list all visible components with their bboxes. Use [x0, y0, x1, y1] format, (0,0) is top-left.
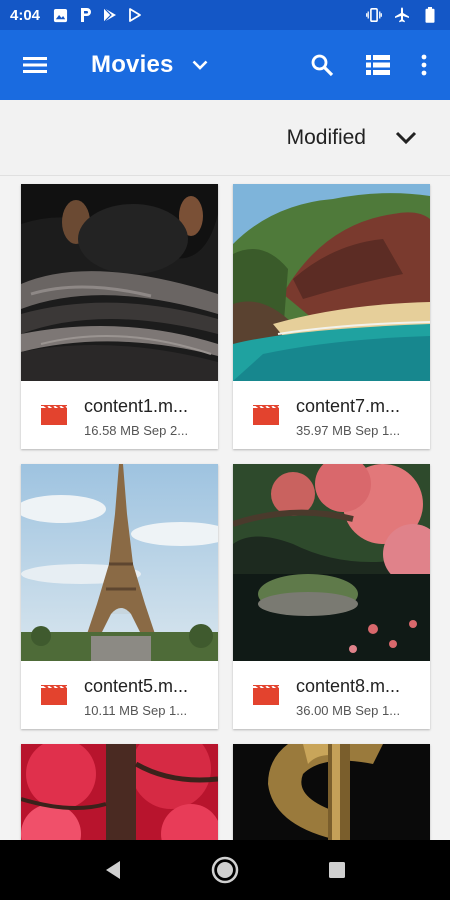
folder-switcher[interactable]: Movies — [91, 51, 210, 79]
menu-icon — [23, 57, 47, 73]
file-meta: 36.00 MB Sep 1... — [296, 703, 401, 718]
status-system-icons — [366, 7, 438, 23]
home-icon — [211, 856, 239, 884]
file-card[interactable]: content7.m... 35.97 MB Sep 1... — [233, 184, 430, 449]
parking-icon — [77, 7, 93, 23]
file-meta: 35.97 MB Sep 1... — [296, 423, 401, 438]
back-icon — [106, 861, 120, 879]
airplane-icon — [394, 7, 410, 23]
file-name: content1.m... — [84, 396, 189, 416]
file-card[interactable]: content8.m... 36.00 MB Sep 1... — [233, 464, 430, 729]
status-time: 4:04 — [10, 6, 41, 24]
video-file-icon — [253, 405, 279, 425]
file-meta: 16.58 MB Sep 2... — [84, 423, 189, 438]
video-file-icon — [41, 405, 67, 425]
status-notification-icons — [52, 7, 143, 23]
search-icon — [311, 54, 334, 77]
video-thumbnail — [21, 744, 218, 840]
file-info: content1.m... 16.58 MB Sep 2... — [21, 381, 218, 449]
status-bar: 4:04 — [0, 0, 450, 30]
list-view-icon — [366, 55, 390, 75]
page-title: Movies — [91, 51, 174, 78]
list-view-button[interactable] — [350, 30, 406, 100]
sort-label: Modified — [286, 125, 366, 149]
file-meta: 10.11 MB Sep 1... — [84, 703, 188, 718]
sort-chevron-down-icon[interactable] — [394, 126, 418, 150]
back-button[interactable] — [57, 840, 169, 900]
home-button[interactable] — [169, 840, 281, 900]
chevron-down-icon — [190, 55, 210, 75]
recents-icon — [329, 862, 345, 878]
file-info: content5.m... 10.11 MB Sep 1... — [21, 661, 218, 729]
video-thumbnail — [233, 464, 430, 661]
screen: 4:04 Movies Modified content1.m... 16.58… — [0, 0, 450, 900]
file-grid: content1.m... 16.58 MB Sep 2... content7… — [0, 176, 450, 840]
file-name: content5.m... — [84, 676, 189, 696]
video-thumbnail — [21, 464, 218, 661]
file-name: content7.m... — [296, 396, 401, 416]
vibrate-icon — [366, 7, 382, 23]
sort-bar[interactable]: Modified — [0, 100, 450, 176]
file-name: content8.m... — [296, 676, 401, 696]
file-card[interactable] — [21, 744, 218, 840]
more-vert-icon — [421, 54, 427, 76]
menu-button[interactable] — [0, 30, 70, 100]
recents-button[interactable] — [281, 840, 393, 900]
file-card[interactable] — [233, 744, 430, 840]
file-card[interactable]: content1.m... 16.58 MB Sep 2... — [21, 184, 218, 449]
video-file-icon — [253, 685, 279, 705]
app-bar: Movies — [0, 30, 450, 100]
image-icon — [52, 7, 68, 23]
app-bar-actions — [294, 30, 450, 100]
video-thumbnail — [233, 744, 430, 840]
more-options-button[interactable] — [406, 30, 442, 100]
play-outline-icon — [127, 7, 143, 23]
navigation-bar — [0, 840, 450, 900]
file-info: content7.m... 35.97 MB Sep 1... — [233, 381, 430, 449]
video-thumbnail — [233, 184, 430, 381]
search-button[interactable] — [294, 30, 350, 100]
file-info: content8.m... 36.00 MB Sep 1... — [233, 661, 430, 729]
video-thumbnail — [21, 184, 218, 381]
battery-icon — [422, 7, 438, 23]
file-card[interactable]: content5.m... 10.11 MB Sep 1... — [21, 464, 218, 729]
video-file-icon — [41, 685, 67, 705]
play-store-icon — [102, 7, 118, 23]
